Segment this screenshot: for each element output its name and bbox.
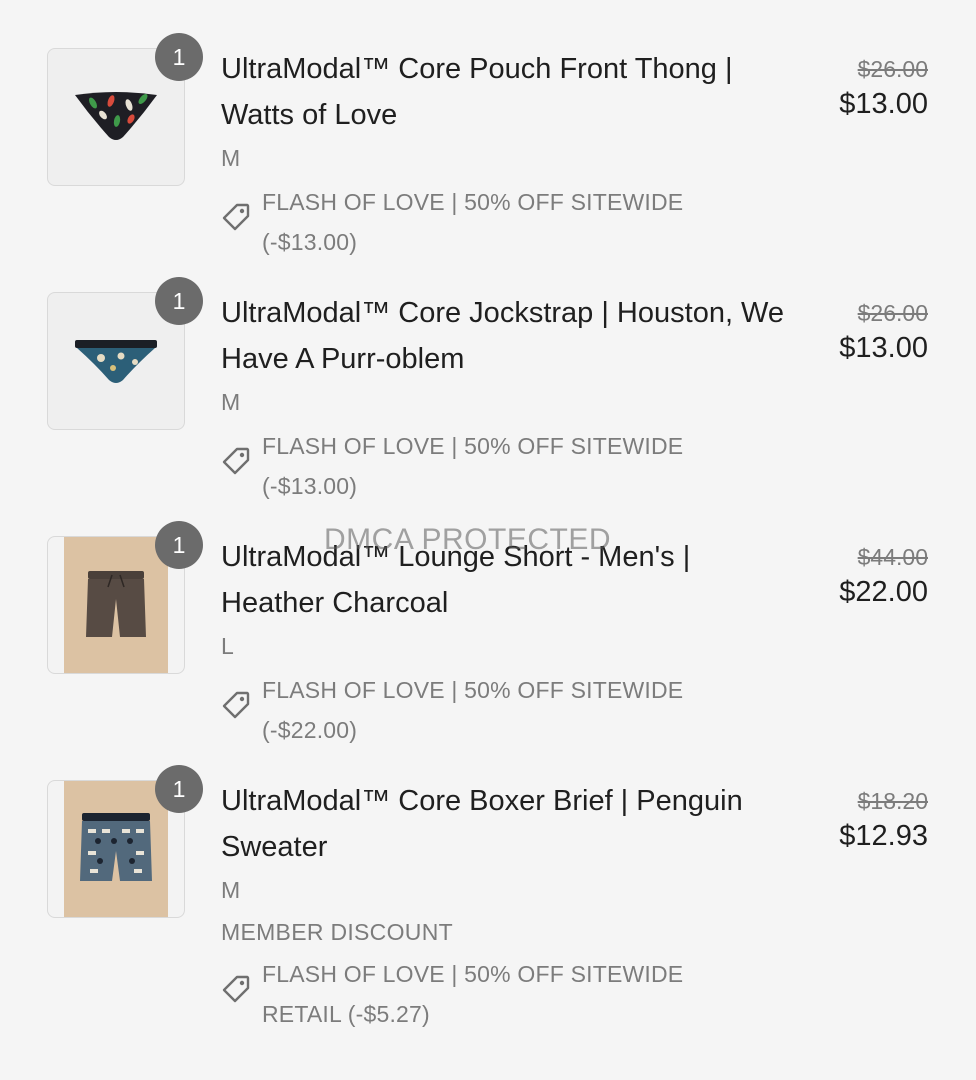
cart-line-item[interactable]: 1 UltraModal™ Core Boxer Brief | Penguin… [0, 765, 976, 1038]
member-discount-label: MEMBER DISCOUNT [221, 919, 453, 945]
lounge-short-product-image [86, 571, 146, 637]
product-variant-size: M [221, 389, 241, 415]
price-column: $26.00 $13.00 [839, 46, 928, 124]
price-column: $26.00 $13.00 [839, 290, 928, 368]
product-variant-size: M [221, 877, 241, 903]
cart-line-item[interactable]: 1 UltraModal™ Core Jockstrap | Houston, … [0, 277, 976, 520]
product-title[interactable]: UltraModal™ Core Boxer Brief | Penguin S… [221, 778, 801, 870]
price-tag-icon [222, 447, 250, 475]
discount-row: FLASH OF LOVE | 50% OFF SITEWIDE RETAIL … [221, 954, 781, 1034]
quantity-badge: 1 [155, 33, 203, 81]
quantity-badge: 1 [155, 277, 203, 325]
price-tag-icon [222, 203, 250, 231]
product-thumbnail-wrap: 1 [47, 521, 203, 676]
price-column: $44.00 $22.00 [839, 534, 928, 612]
product-title[interactable]: UltraModal™ Core Pouch Front Thong | Wat… [221, 46, 801, 138]
discount-description: FLASH OF LOVE | 50% OFF SITEWIDE (-$22.0… [262, 677, 684, 743]
price-tag-icon [222, 691, 250, 719]
original-price: $26.00 [857, 300, 928, 326]
product-title[interactable]: UltraModal™ Core Jockstrap | Houston, We… [221, 290, 801, 382]
price-column: $18.20 $12.93 [839, 778, 928, 856]
product-thumbnail-wrap: 1 [47, 33, 203, 188]
product-thumbnail-wrap: 1 [47, 765, 203, 920]
product-image-background [64, 537, 168, 673]
sale-price: $22.00 [839, 576, 928, 608]
sale-price: $13.00 [839, 332, 928, 364]
original-price: $18.20 [857, 788, 928, 814]
discount-description: FLASH OF LOVE | 50% OFF SITEWIDE (-$13.0… [262, 189, 684, 255]
product-variant-size: M [221, 145, 241, 171]
product-title[interactable]: UltraModal™ Lounge Short - Men's | Heath… [221, 534, 801, 626]
discount-description: FLASH OF LOVE | 50% OFF SITEWIDE RETAIL … [262, 961, 684, 1027]
original-price: $26.00 [857, 56, 928, 82]
boxer-brief-product-image [80, 813, 152, 881]
price-tag-icon [222, 975, 250, 1003]
product-image-background [64, 781, 168, 917]
discount-row: FLASH OF LOVE | 50% OFF SITEWIDE (-$13.0… [221, 182, 781, 262]
discount-row: FLASH OF LOVE | 50% OFF SITEWIDE (-$22.0… [221, 670, 781, 750]
discount-description: FLASH OF LOVE | 50% OFF SITEWIDE (-$13.0… [262, 433, 684, 499]
thong-product-image [75, 92, 157, 140]
quantity-badge: 1 [155, 521, 203, 569]
discount-row: FLASH OF LOVE | 50% OFF SITEWIDE (-$13.0… [221, 426, 781, 506]
cart-line-item[interactable]: 1 UltraModal™ Core Pouch Front Thong | W… [0, 33, 976, 276]
sale-price: $12.93 [839, 820, 928, 852]
sale-price: $13.00 [839, 88, 928, 120]
quantity-badge: 1 [155, 765, 203, 813]
original-price: $44.00 [857, 544, 928, 570]
cart-line-item[interactable]: 1 UltraModal™ Lounge Short - Men's | Hea… [0, 521, 976, 764]
product-thumbnail-wrap: 1 [47, 277, 203, 432]
jockstrap-product-image [75, 340, 157, 383]
product-variant-size: L [221, 633, 234, 659]
